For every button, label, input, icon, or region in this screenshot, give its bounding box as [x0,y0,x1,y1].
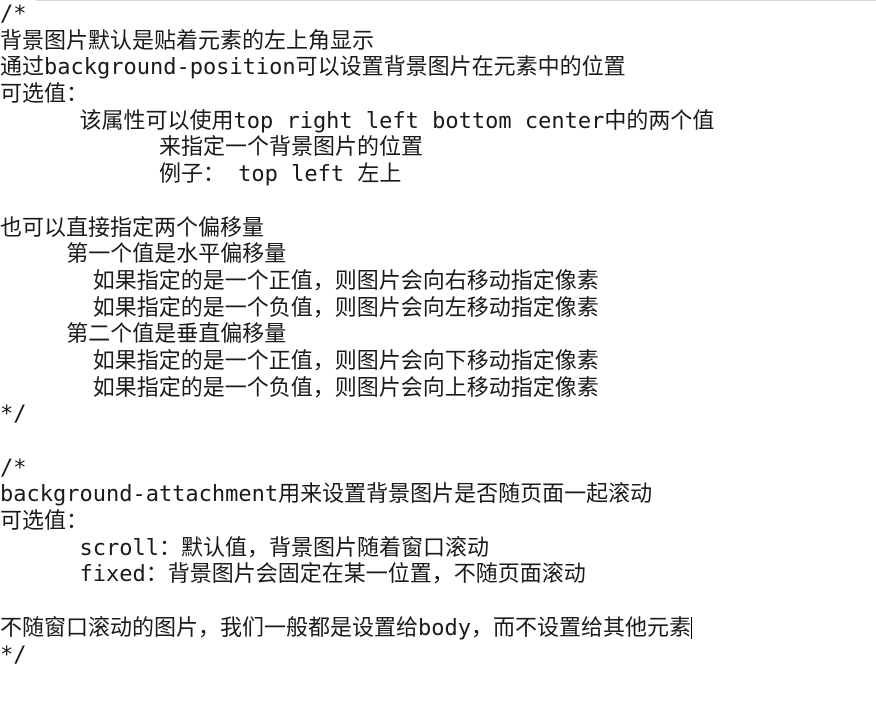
code-line-text: 如果指定的是一个正值，则图片会向右移动指定像素 [0,268,599,294]
code-line-text: 不随窗口滚动的图片，我们一般都是设置给body，而不设置给其他元素 [0,615,691,641]
code-line[interactable]: /* [0,2,876,29]
code-line[interactable]: 也可以直接指定两个偏移量 [0,216,876,243]
code-line-text: /* [0,455,27,481]
code-line[interactable]: scroll：默认值，背景图片随着窗口滚动 [0,536,876,563]
code-line-text: 背景图片默认是贴着元素的左上角显示 [0,28,375,54]
code-line[interactable]: 通过background-position可以设置背景图片在元素中的位置 [0,55,876,82]
code-line-text: 如果指定的是一个正值，则图片会向下移动指定像素 [0,348,599,374]
code-line[interactable]: */ [0,643,876,670]
code-line-text: background-attachment用来设置背景图片是否随页面一起滚动 [0,482,653,508]
code-line-text: 通过background-position可以设置背景图片在元素中的位置 [0,55,626,81]
code-line[interactable]: 如果指定的是一个正值，则图片会向下移动指定像素 [0,349,876,376]
text-caret [690,616,692,639]
code-line[interactable] [0,429,876,456]
code-line[interactable]: 不随窗口滚动的图片，我们一般都是设置给body，而不设置给其他元素 [0,616,876,643]
code-line[interactable]: 如果指定的是一个负值，则图片会向左移动指定像素 [0,296,876,323]
code-editor[interactable]: /* 背景图片默认是贴着元素的左上角显示 通过background-position… [0,0,876,705]
code-line[interactable]: 第二个值是垂直偏移量 [0,322,876,349]
code-line-text: 可选值： [0,82,89,108]
code-line-text: */ [0,642,27,668]
code-line[interactable]: 可选值： [0,509,876,536]
code-content[interactable]: /* 背景图片默认是贴着元素的左上角显示 通过background-position… [0,2,876,669]
code-line-text: 如果指定的是一个负值，则图片会向上移动指定像素 [0,375,599,401]
code-line[interactable]: 可选值： [0,82,876,109]
code-line[interactable]: 该属性可以使用top right left bottom center中的两个值 [0,109,876,136]
code-line[interactable]: 来指定一个背景图片的位置 [0,135,876,162]
code-line-text: 可选值： [0,509,89,535]
code-line-text: 如果指定的是一个负值，则图片会向左移动指定像素 [0,295,599,321]
code-line-text: /* [0,2,27,27]
code-line[interactable]: fixed：背景图片会固定在某一位置，不随页面滚动 [0,562,876,589]
code-line[interactable]: 第一个值是水平偏移量 [0,242,876,269]
code-line-text: 第二个值是垂直偏移量 [0,322,287,348]
code-line-text: 来指定一个背景图片的位置 [0,135,423,161]
editor-top-border [36,0,876,1]
code-line[interactable]: /* [0,456,876,483]
code-line[interactable]: background-attachment用来设置背景图片是否随页面一起滚动 [0,482,876,509]
code-line[interactable]: 背景图片默认是贴着元素的左上角显示 [0,29,876,56]
code-line-text: 该属性可以使用top right left bottom center中的两个值 [0,108,715,134]
code-line[interactable] [0,189,876,216]
code-line-text: scroll：默认值，背景图片随着窗口滚动 [0,535,489,561]
code-line[interactable]: */ [0,402,876,429]
code-line[interactable]: 如果指定的是一个正值，则图片会向右移动指定像素 [0,269,876,296]
code-line-text: fixed：背景图片会固定在某一位置，不随页面滚动 [0,562,586,588]
code-line[interactable]: 例子： top left 左上 [0,162,876,189]
code-line-text: 第一个值是水平偏移量 [0,242,287,268]
code-line-text: 例子： top left 左上 [0,162,402,188]
code-line-text: */ [0,402,27,428]
code-line[interactable] [0,589,876,616]
code-line-text: 也可以直接指定两个偏移量 [0,215,265,241]
code-line[interactable]: 如果指定的是一个负值，则图片会向上移动指定像素 [0,376,876,403]
